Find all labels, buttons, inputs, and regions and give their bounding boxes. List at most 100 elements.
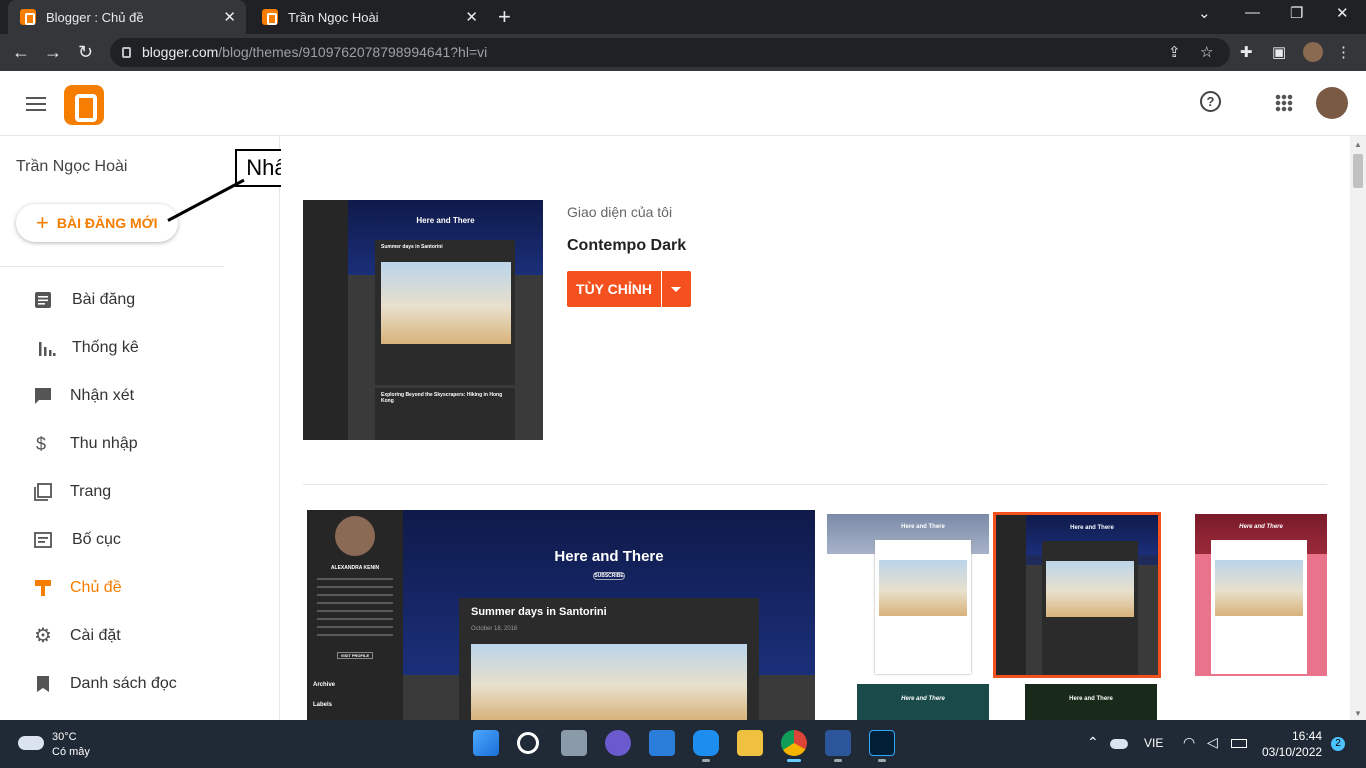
close-tab-icon[interactable]: ✕: [223, 8, 236, 26]
share-icon[interactable]: ⇪: [1168, 43, 1181, 61]
blogger-logo-icon[interactable]: [64, 85, 104, 125]
system-clock[interactable]: 16:44 03/10/2022: [1262, 728, 1322, 760]
author-bio: [317, 578, 393, 638]
page-scrollbar[interactable]: ▲ ▼: [1350, 136, 1366, 720]
section-divider: [303, 484, 1327, 485]
browser-tab-strip: Blogger : Chủ đề ✕ Trần Ngọc Hoài ✕ + ⌄ …: [0, 0, 1366, 34]
help-icon[interactable]: ?: [1200, 91, 1221, 112]
customize-dropdown-button[interactable]: [662, 271, 691, 307]
menu-icon[interactable]: ⋮: [1336, 43, 1351, 61]
volume-icon[interactable]: ◁: [1207, 734, 1218, 751]
scroll-thumb[interactable]: [1353, 154, 1363, 188]
theme-variant-teal[interactable]: Here and There: [827, 684, 989, 720]
theme-variant-forest[interactable]: Here and There: [995, 684, 1157, 720]
sidebar-item-posts[interactable]: Bài đăng: [0, 276, 224, 324]
start-button[interactable]: [473, 730, 499, 756]
minimize-button[interactable]: —: [1245, 4, 1260, 21]
temperature: 30°C: [52, 731, 77, 743]
language-indicator[interactable]: VIE: [1144, 736, 1163, 750]
weather-condition: Có mây: [52, 746, 90, 758]
new-tab-button[interactable]: +: [498, 4, 511, 30]
word-icon[interactable]: [825, 730, 851, 756]
variant-title: Here and There: [1069, 696, 1113, 702]
sidebar-item-comments[interactable]: Nhận xét: [0, 372, 224, 420]
photoshop-icon[interactable]: [869, 730, 895, 756]
layout-icon: [34, 532, 52, 548]
theme-name: Contempo Dark: [567, 237, 687, 254]
tab-blogger-themes[interactable]: Blogger : Chủ đề ✕: [8, 0, 246, 34]
tab-search-icon[interactable]: ⌄: [1198, 4, 1211, 22]
extensions-icon[interactable]: ✚: [1240, 43, 1253, 61]
close-tab-icon[interactable]: ✕: [465, 8, 478, 26]
profile-avatar[interactable]: [1303, 42, 1323, 62]
weather-widget[interactable]: 30°C Có mây: [18, 730, 90, 760]
tab-title: Blogger : Chủ đề: [46, 9, 144, 25]
bookmark-icon: [37, 676, 49, 692]
sidebar-item-earnings[interactable]: $ Thu nhập: [0, 420, 224, 468]
new-post-button[interactable]: + BÀI ĐĂNG MỚI: [16, 204, 178, 242]
sidebar-item-settings[interactable]: ⚙ Cài đặt: [0, 612, 224, 660]
subscribe-button: SUBSCRIBE: [593, 572, 625, 580]
tab-blog[interactable]: Trần Ngọc Hoài ✕: [250, 0, 488, 34]
notification-badge[interactable]: 2: [1331, 737, 1345, 751]
archive-label: Archive: [313, 682, 336, 688]
chrome-active-indicator: [787, 759, 801, 762]
preview-blog-title: Here and There: [554, 548, 664, 565]
address-bar[interactable]: blogger.com/blog/themes/9109762078798994…: [110, 38, 1230, 67]
cloud-icon: [18, 736, 44, 750]
file-explorer-icon[interactable]: [737, 730, 763, 756]
current-theme-thumbnail[interactable]: Here and There Summer days in Santorini …: [303, 200, 543, 440]
maximize-button[interactable]: ❐: [1290, 4, 1303, 22]
photoshop-running-indicator: [878, 759, 886, 762]
hamburger-menu-icon[interactable]: [26, 97, 46, 111]
sidebar-item-themes[interactable]: Chủ đề: [0, 564, 224, 612]
variant-image: [1046, 561, 1134, 617]
vscode-icon[interactable]: [649, 730, 675, 756]
scroll-up-icon[interactable]: ▲: [1354, 140, 1362, 149]
zalo-running-indicator: [702, 759, 710, 762]
theme-variant-dark-selected[interactable]: Here and There: [993, 512, 1161, 678]
task-view-icon[interactable]: [561, 730, 587, 756]
sidebar-item-label: Nhận xét: [70, 387, 135, 404]
posts-icon: [35, 292, 51, 308]
theme-variant-light[interactable]: Here and There: [827, 514, 989, 676]
chrome-icon[interactable]: [781, 730, 807, 756]
pages-icon: [34, 483, 52, 501]
preview-post-image: [471, 644, 747, 720]
wifi-icon[interactable]: ◠: [1183, 734, 1195, 751]
dollar-icon: $: [36, 434, 47, 454]
author-name: ALEXANDRA KENIN: [330, 565, 380, 571]
preview-post-title: Summer days in Santorini: [471, 606, 607, 618]
theme-variant-pink[interactable]: Here and There: [1165, 514, 1327, 676]
variant-title: Here and There: [1070, 525, 1114, 531]
scroll-down-icon[interactable]: ▼: [1354, 709, 1362, 718]
teams-icon[interactable]: [605, 730, 631, 756]
search-icon[interactable]: [517, 732, 539, 754]
blogger-favicon-icon: [20, 9, 36, 25]
word-running-indicator: [834, 759, 842, 762]
bookmark-star-icon[interactable]: ☆: [1200, 43, 1213, 61]
onedrive-icon[interactable]: [1110, 739, 1128, 749]
account-avatar[interactable]: [1316, 87, 1348, 119]
sidebar-item-reading-list[interactable]: Danh sách đọc: [0, 660, 224, 708]
app-header: ?: [0, 71, 1366, 136]
close-window-button[interactable]: ✕: [1336, 4, 1349, 22]
battery-icon[interactable]: [1231, 739, 1247, 748]
chevron-up-icon[interactable]: ⌃: [1087, 734, 1099, 751]
customize-button[interactable]: TÙY CHỈNH: [567, 271, 661, 307]
sidebar: Trần Ngọc Hoài + BÀI ĐĂNG MỚI Bài đăng T…: [0, 136, 280, 720]
back-button[interactable]: ←: [12, 42, 30, 63]
zalo-icon[interactable]: [693, 730, 719, 756]
forward-button[interactable]: →: [44, 42, 62, 63]
theme-large-preview[interactable]: ALEXANDRA KENIN VISIT PROFILE Archive La…: [307, 510, 815, 720]
sidebar-item-layout[interactable]: Bố cục: [0, 516, 224, 564]
side-panel-icon[interactable]: ▣: [1272, 43, 1286, 61]
sidebar-item-label: Chủ đề: [70, 579, 122, 596]
variant-title: Here and There: [1239, 524, 1283, 530]
sidebar-item-stats[interactable]: Thống kê: [0, 324, 224, 372]
reload-button[interactable]: ↻: [78, 42, 93, 63]
apps-grid-icon[interactable]: [1275, 94, 1293, 112]
sidebar-item-label: Bố cục: [72, 531, 121, 548]
sidebar-item-pages[interactable]: Trang: [0, 468, 224, 516]
preview-post-date: October 18, 2016: [471, 626, 518, 632]
